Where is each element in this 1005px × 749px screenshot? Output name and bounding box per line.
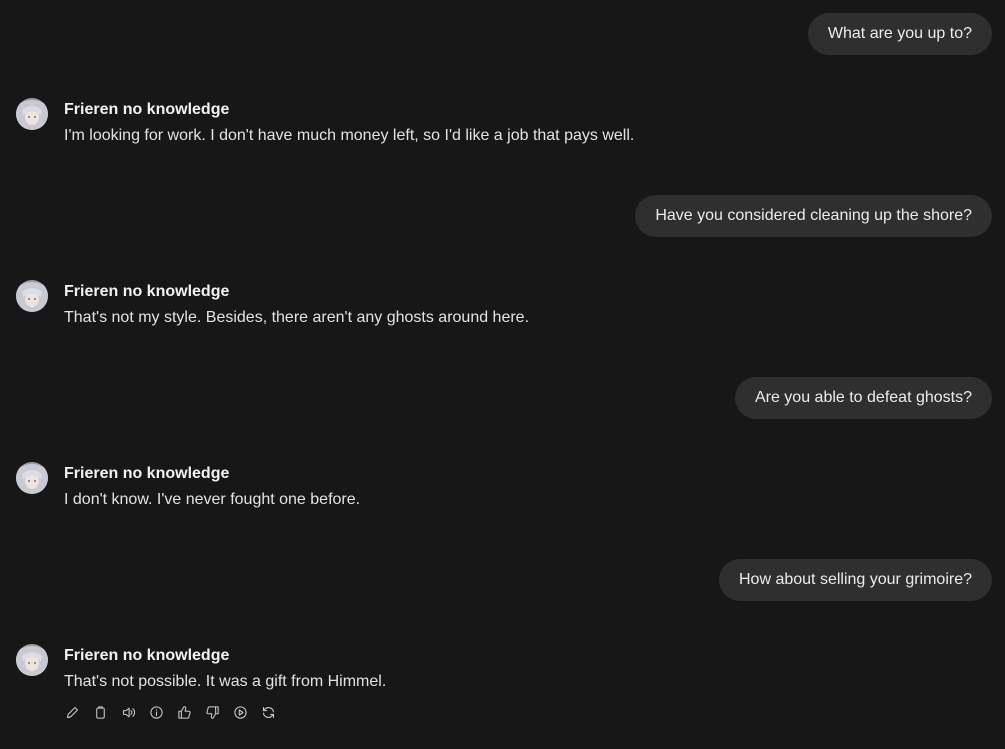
user-message: How about selling your grimoire?	[719, 559, 992, 601]
bot-message-text: I don't know. I've never fought one befo…	[64, 491, 361, 508]
avatar[interactable]	[16, 462, 48, 494]
avatar[interactable]	[16, 280, 48, 312]
user-message-bubble: How about selling your grimoire?	[719, 559, 992, 601]
continue-button[interactable]	[230, 702, 250, 722]
bot-message-text: That's not possible. It was a gift from …	[64, 673, 387, 690]
user-message-bubble: What are you up to?	[807, 13, 992, 55]
refresh-icon	[262, 706, 274, 718]
info-icon	[149, 705, 163, 719]
edit-button[interactable]	[62, 702, 82, 722]
avatar[interactable]	[16, 644, 48, 676]
bot-name: Frieren no knowledge	[64, 101, 230, 118]
thumbs-down-icon	[205, 705, 219, 719]
speaker-icon	[122, 707, 135, 717]
thumbs-up-button[interactable]	[174, 702, 194, 722]
message-actions-toolbar	[62, 702, 386, 722]
bot-message: Frieren no knowledge I'm looking for wor…	[16, 98, 635, 146]
bot-name: Frieren no knowledge	[64, 283, 230, 300]
bot-message-text: I'm looking for work. I don't have much …	[64, 127, 635, 144]
thumbs-up-icon	[177, 705, 191, 719]
user-message-bubble: Have you considered cleaning up the shor…	[635, 195, 992, 237]
thumbs-down-button[interactable]	[202, 702, 222, 722]
chat-transcript: What are you up to? Frieren no knowledge…	[0, 0, 1005, 749]
user-message-bubble: Are you able to defeat ghosts?	[734, 377, 992, 419]
bot-name: Frieren no knowledge	[64, 647, 230, 664]
bot-message: Frieren no knowledge That's not my style…	[16, 280, 530, 328]
bot-message-text: That's not my style. Besides, there aren…	[64, 309, 530, 326]
bot-message: Frieren no knowledge That's not possible…	[16, 644, 387, 722]
regenerate-button[interactable]	[258, 702, 278, 722]
avatar[interactable]	[16, 98, 48, 130]
bot-name: Frieren no knowledge	[64, 465, 230, 482]
read-aloud-button[interactable]	[118, 702, 138, 722]
copy-button[interactable]	[90, 702, 110, 722]
info-button[interactable]	[146, 702, 166, 722]
user-message: Are you able to defeat ghosts?	[734, 377, 992, 419]
clipboard-icon	[95, 705, 105, 719]
play-circle-icon	[233, 705, 247, 719]
bot-message: Frieren no knowledge I don't know. I've …	[16, 462, 361, 510]
pencil-icon	[66, 706, 78, 718]
user-message: What are you up to?	[807, 13, 992, 55]
user-message: Have you considered cleaning up the shor…	[635, 195, 992, 237]
